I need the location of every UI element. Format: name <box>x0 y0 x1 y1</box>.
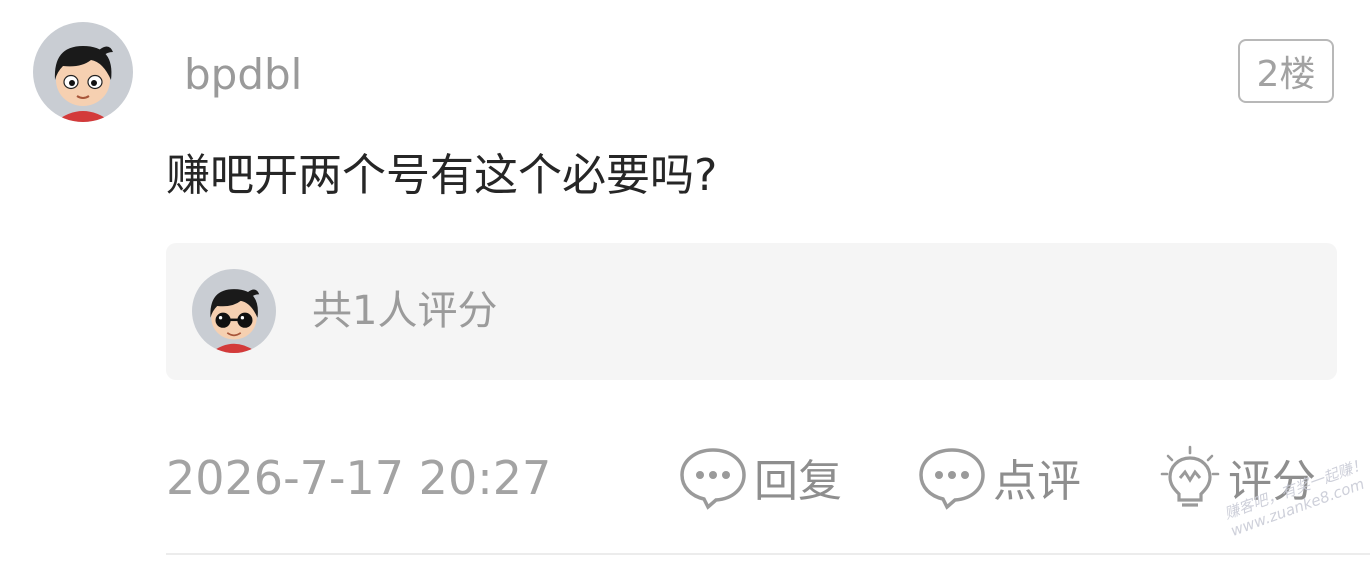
author-avatar[interactable] <box>33 22 133 122</box>
rater-avatar[interactable] <box>192 269 276 353</box>
reply-button[interactable]: 回复 <box>678 444 842 510</box>
divider <box>166 553 1370 555</box>
post-content: 赚吧开两个号有这个必要吗? <box>166 150 718 201</box>
review-button[interactable]: 点评 <box>917 444 1081 510</box>
lightbulb-icon <box>1160 445 1220 507</box>
author-username[interactable]: bpdbl <box>184 50 302 100</box>
speech-bubble-icon <box>680 448 746 510</box>
reply-label: 回复 <box>754 456 842 507</box>
speech-bubble-icon <box>919 448 985 510</box>
review-label: 点评 <box>993 456 1081 507</box>
avatar-boy-sunglasses-icon <box>210 289 260 353</box>
avatar-boy-icon <box>54 46 113 122</box>
rating-count-text: 共1人评分 <box>312 288 498 334</box>
floor-badge: 2楼 <box>1238 39 1334 103</box>
post-timestamp: 2026-7-17 20:27 <box>166 451 552 505</box>
rating-summary-box[interactable]: 共1人评分 <box>166 243 1337 380</box>
